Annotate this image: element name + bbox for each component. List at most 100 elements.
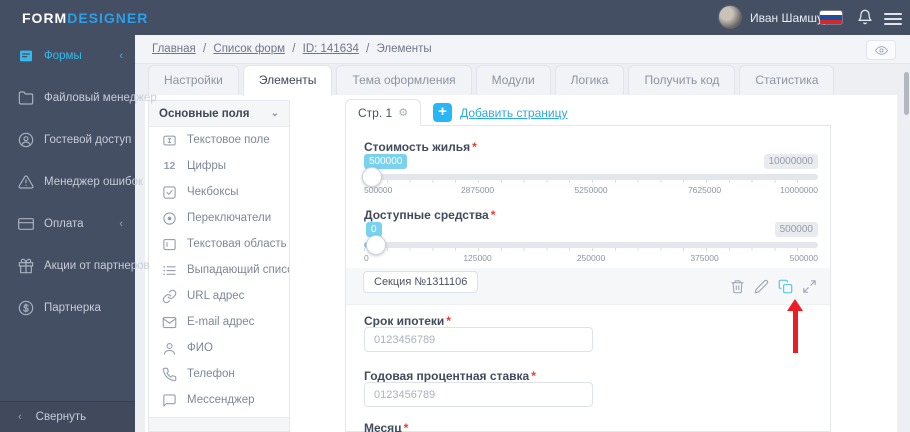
phone-icon — [162, 367, 177, 382]
palette-item-radios[interactable]: Переключатели — [149, 205, 289, 231]
collapse-label: Свернуть — [35, 411, 87, 423]
vertical-scrollbar[interactable] — [904, 72, 909, 115]
field-label-home-price: Стоимость жилья * — [364, 140, 477, 154]
tick-label: 7625000 — [687, 185, 722, 195]
tab-theme[interactable]: Тема оформления — [336, 65, 472, 95]
dropdown-list-icon — [162, 263, 177, 278]
envelope-icon — [162, 315, 177, 330]
expand-icon[interactable] — [802, 279, 817, 294]
palette-item-email[interactable]: E-mail адрес — [149, 309, 289, 335]
russia-flag-icon[interactable] — [820, 11, 842, 24]
file-manager-icon — [18, 90, 34, 106]
link-icon — [162, 289, 177, 304]
app-window: FORMDESIGNER Иван Шамшур Формы ‹ Файловы… — [0, 0, 910, 432]
breadcrumb-separator: / — [292, 43, 296, 55]
tab-modules[interactable]: Модули — [475, 65, 551, 95]
breadcrumb-separator: / — [202, 43, 207, 55]
breadcrumb-link-home[interactable]: Главная — [152, 43, 196, 55]
sidebar-item-payment[interactable]: Оплата ‹ — [0, 203, 135, 245]
sidebar-item-label: Акции от партнеров — [44, 260, 150, 272]
palette-next-group-strip — [149, 417, 289, 431]
palette-group-basic-fields[interactable]: Основные поля ⌄ — [149, 101, 289, 127]
slider-max-badge: 500000 — [774, 222, 818, 237]
chevron-left-icon: ‹ — [119, 50, 123, 62]
slider-max-badge: 10000000 — [763, 154, 818, 169]
add-page-link[interactable]: Добавить страницу — [460, 106, 567, 120]
tick-label: 375000 — [690, 253, 719, 263]
tick-label: 2875000 — [460, 185, 495, 195]
preview-button[interactable] — [866, 40, 896, 60]
tab-logic[interactable]: Логика — [554, 65, 625, 95]
page-tab-row: Стр. 1 ⚙ + Добавить страницу — [345, 99, 567, 126]
tab-get-code[interactable]: Получить код — [628, 65, 736, 95]
palette-item-label: URL адрес — [187, 290, 245, 302]
palette-item-checkboxes[interactable]: Чекбоксы — [149, 179, 289, 205]
bell-icon[interactable] — [857, 9, 873, 30]
textarea-icon — [162, 237, 177, 252]
gear-icon[interactable]: ⚙ — [398, 106, 408, 119]
palette-item-full-name[interactable]: ФИО — [149, 335, 289, 361]
palette-item-url[interactable]: URL адрес — [149, 283, 289, 309]
app-logo[interactable]: FORMDESIGNER — [22, 10, 148, 26]
user-avatar[interactable] — [718, 5, 742, 29]
section-title[interactable]: Секция №1311106 — [363, 271, 479, 293]
tab-statistics[interactable]: Статистика — [739, 65, 835, 95]
duplicate-icon[interactable] — [778, 279, 793, 294]
slider-handle[interactable] — [362, 167, 382, 187]
tab-content-panel: Основные поля ⌄ Текстовое поле 12 Цифры … — [145, 95, 897, 432]
required-asterisk: * — [446, 314, 451, 328]
sidebar-item-guest-access[interactable]: Гостевой доступ — [0, 119, 135, 161]
required-asterisk: * — [472, 140, 477, 154]
guest-access-icon — [18, 132, 34, 148]
palette-item-text-field[interactable]: Текстовое поле — [149, 127, 289, 153]
add-page-button[interactable]: + — [433, 103, 453, 122]
mortgage-term-input[interactable] — [364, 327, 593, 352]
sidebar-item-partner-promos[interactable]: Акции от партнеров — [0, 245, 150, 287]
sidebar-item-error-manager[interactable]: Менеджер ошибок — [0, 161, 143, 203]
error-manager-icon — [18, 174, 34, 190]
slider-scale-available-funds: 0 125000 250000 375000 500000 — [364, 253, 818, 263]
trash-icon[interactable] — [730, 279, 745, 294]
slider-track-home-price[interactable] — [362, 167, 818, 187]
plus-icon: + — [438, 103, 447, 120]
palette-item-phone[interactable]: Телефон — [149, 361, 289, 387]
section-header: Секция №1311106 — [346, 268, 830, 305]
chevron-left-icon: ‹ — [119, 218, 123, 230]
palette-item-textarea[interactable]: Текстовая область — [149, 231, 289, 257]
tick-label: 5250000 — [574, 185, 608, 195]
tab-settings[interactable]: Настройки — [148, 65, 239, 95]
sidebar-item-affiliate[interactable]: Партнерка — [0, 287, 135, 329]
slider-scale-home-price: 500000 2875000 5250000 7625000 10000000 — [364, 185, 818, 195]
palette-item-numbers[interactable]: 12 Цифры — [149, 153, 289, 179]
tick-label: 500000 — [789, 253, 818, 263]
menu-icon[interactable] — [884, 10, 902, 28]
breadcrumb-link-form-id[interactable]: ID: 141634 — [303, 43, 359, 55]
breadcrumb-link-forms-list[interactable]: Список форм — [213, 43, 285, 55]
form-tabs: Настройки Элементы Тема оформления Модул… — [148, 65, 835, 96]
field-label-available-funds: Доступные средства * — [364, 208, 496, 222]
palette-item-label: Телефон — [187, 368, 235, 380]
annual-rate-input[interactable] — [364, 382, 593, 407]
page-tab-1[interactable]: Стр. 1 ⚙ — [345, 99, 422, 126]
palette-item-label: Цифры — [187, 160, 227, 172]
palette-item-label: Текстовая область — [187, 238, 287, 250]
pencil-icon[interactable] — [754, 279, 769, 294]
sidebar-item-label: Оплата — [44, 218, 84, 230]
logo-text-form: FORM — [22, 10, 68, 26]
slider-handle[interactable] — [366, 235, 386, 255]
main-sidebar: Формы ‹ Файловый менеджер Гостевой досту… — [0, 35, 157, 432]
palette-item-messenger[interactable]: Мессенджер — [149, 387, 289, 413]
slider-track-available-funds[interactable] — [364, 235, 818, 255]
breadcrumb-separator: / — [366, 43, 370, 55]
sidebar-item-label: Файловый менеджер — [44, 92, 157, 104]
sidebar-collapse-button[interactable]: ‹ Свернуть — [0, 402, 135, 432]
sidebar-item-file-manager[interactable]: Файловый менеджер — [0, 77, 157, 119]
palette-item-label: ФИО — [187, 342, 213, 354]
message-bubble-icon — [162, 393, 177, 408]
breadcrumb-bar: Главная / Список форм / ID: 141634 / Эле… — [135, 35, 910, 64]
tab-elements[interactable]: Элементы — [242, 65, 333, 96]
palette-item-dropdown[interactable]: Выпадающий список — [149, 257, 289, 283]
palette-group-title: Основные поля — [159, 107, 250, 120]
sidebar-item-forms[interactable]: Формы ‹ — [0, 35, 135, 77]
chevron-down-icon: ⌄ — [270, 108, 279, 119]
